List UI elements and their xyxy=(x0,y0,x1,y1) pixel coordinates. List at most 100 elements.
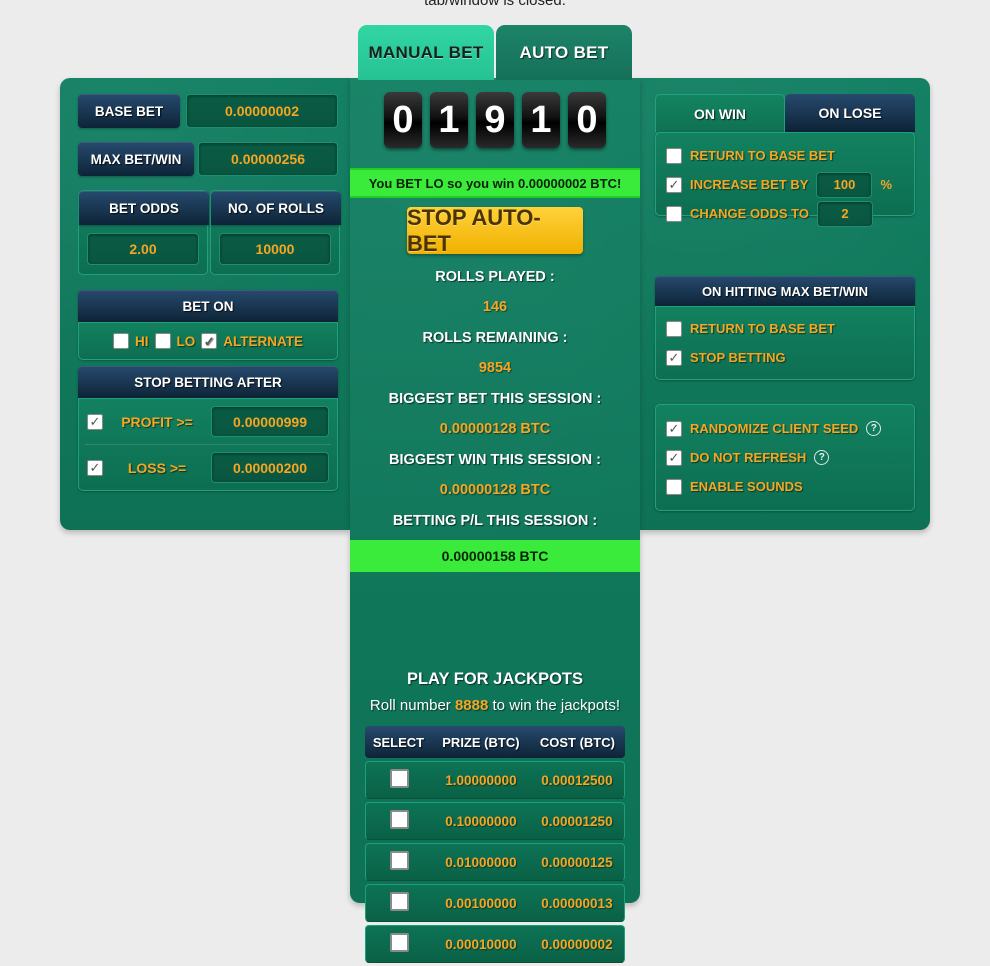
checkbox-jackpot-select[interactable] xyxy=(389,769,409,788)
table-row: 0.10000000 0.00001250 xyxy=(365,802,625,840)
biggest-bet-label: BIGGEST BET THIS SESSION : xyxy=(388,391,602,407)
checkbox-change-odds-to[interactable] xyxy=(666,205,682,222)
change-odds-to-input[interactable]: 2 xyxy=(816,200,873,227)
roll-digit: 0 xyxy=(384,92,422,148)
roll-number-display: 0 1 9 1 0 xyxy=(350,92,640,148)
bet-odds-input[interactable]: 2.00 xyxy=(87,233,199,265)
checkbox-max-stop-betting[interactable] xyxy=(666,349,682,366)
checkbox-bet-hi[interactable] xyxy=(113,333,129,349)
checkbox-jackpot-select[interactable] xyxy=(389,892,409,911)
on-hitting-max-label: ON HITTING MAX BET/WIN xyxy=(655,276,915,306)
jackpot-prize-cell: 0.10000000 xyxy=(432,802,530,840)
jackpot-select-cell xyxy=(365,884,432,922)
stop-loss-input[interactable]: 0.00000200 xyxy=(211,452,329,483)
checkbox-bet-alternate[interactable] xyxy=(201,333,218,349)
tab-manual-bet[interactable]: MANUAL BET xyxy=(358,25,494,80)
increase-bet-by-label: INCREASE BET BY xyxy=(690,177,809,192)
enable-sounds-row: ENABLE SOUNDS xyxy=(656,472,914,501)
checkbox-increase-bet-by[interactable] xyxy=(666,176,682,193)
column-header-select: SELECT xyxy=(365,726,432,758)
help-icon[interactable]: ? xyxy=(814,450,830,465)
column-header-cost: COST (BTC) xyxy=(529,726,625,758)
table-row: 0.00100000 0.00000013 xyxy=(365,884,625,922)
checkbox-jackpot-select[interactable] xyxy=(389,810,409,829)
checkbox-bet-lo[interactable] xyxy=(154,333,171,349)
biggest-win-label: BIGGEST WIN THIS SESSION : xyxy=(389,452,601,468)
table-row: 1.00000000 0.00012500 xyxy=(365,761,625,799)
bet-mode-tabs: MANUAL BET AUTO BET xyxy=(358,25,632,80)
increase-bet-by-row: INCREASE BET BY 100 % xyxy=(656,170,914,199)
jackpot-select-cell xyxy=(365,843,432,881)
column-header-prize: PRIZE (BTC) xyxy=(432,726,530,758)
jackpot-select-cell xyxy=(365,802,432,840)
increase-bet-by-input[interactable]: 100 xyxy=(816,171,873,198)
base-bet-label: BASE BET xyxy=(78,94,180,128)
misc-options-group: RANDOMIZE CLIENT SEED ? DO NOT REFRESH ?… xyxy=(655,404,915,511)
checkbox-jackpot-select[interactable] xyxy=(389,933,409,952)
enable-sounds-label: ENABLE SOUNDS xyxy=(690,479,803,494)
tab-on-win[interactable]: ON WIN xyxy=(655,94,785,132)
checkbox-max-return-to-base-bet[interactable] xyxy=(666,320,682,337)
session-stats: ROLLS PLAYED : 146 ROLLS REMAINING : 985… xyxy=(350,264,640,534)
return-to-base-bet-row: RETURN TO BASE BET xyxy=(656,141,914,170)
stop-profit-input[interactable]: 0.00000999 xyxy=(211,406,329,437)
jackpot-prize-cell: 0.00100000 xyxy=(432,884,530,922)
checkbox-jackpot-select[interactable] xyxy=(389,851,409,870)
max-stop-betting-row: STOP BETTING xyxy=(656,343,914,372)
bet-odds-group: BET ODDS 2.00 xyxy=(78,190,209,275)
betting-pl-label: BETTING P/L THIS SESSION : xyxy=(392,513,598,529)
jackpot-subtitle-post: to win the jackpots! xyxy=(488,697,621,714)
checkbox-return-to-base-bet[interactable] xyxy=(666,147,682,164)
bet-on-group: BET ON HI LO ALTERNATE xyxy=(78,290,338,360)
max-bet-win-label: MAX BET/WIN xyxy=(78,142,194,176)
rolls-remaining-value: 9854 xyxy=(478,360,512,376)
change-odds-to-row: CHANGE ODDS TO 2 xyxy=(656,199,914,228)
no-of-rolls-group: NO. OF ROLLS 10000 xyxy=(210,190,341,275)
jackpot-cost-cell: 0.00000002 xyxy=(529,925,625,963)
stop-loss-label: LOSS >= xyxy=(127,459,187,476)
percent-suffix: % xyxy=(880,177,893,192)
do-not-refresh-label: DO NOT REFRESH xyxy=(690,450,807,465)
stop-betting-after-options: PROFIT >= 0.00000999 LOSS >= 0.00000200 xyxy=(78,398,338,491)
checkbox-stop-profit[interactable] xyxy=(87,413,103,430)
bet-hi-label: HI xyxy=(135,333,149,349)
table-row: 0.01000000 0.00000125 xyxy=(365,843,625,881)
no-of-rolls-input[interactable]: 10000 xyxy=(219,233,331,265)
on-hitting-max-options: RETURN TO BASE BET STOP BETTING xyxy=(655,306,915,380)
tab-auto-bet[interactable]: AUTO BET xyxy=(496,25,632,80)
bet-alternate-label: ALTERNATE xyxy=(223,333,303,349)
tab-on-lose[interactable]: ON LOSE xyxy=(785,94,915,132)
jackpot-subtitle: Roll number 8888 to win the jackpots! xyxy=(350,697,640,714)
max-stop-betting-label: STOP BETTING xyxy=(690,350,786,365)
max-bet-win-input[interactable]: 0.00000256 xyxy=(198,142,338,176)
checkbox-stop-loss[interactable] xyxy=(87,459,103,476)
jackpot-title: PLAY FOR JACKPOTS xyxy=(406,670,584,688)
jackpot-table: SELECT PRIZE (BTC) COST (BTC) 1.00000000… xyxy=(365,723,625,966)
stop-profit-row: PROFIT >= 0.00000999 xyxy=(79,399,337,444)
checkbox-enable-sounds[interactable] xyxy=(666,478,682,495)
checkbox-do-not-refresh[interactable] xyxy=(666,449,682,466)
return-to-base-bet-label: RETURN TO BASE BET xyxy=(690,148,835,163)
jackpot-subtitle-pre: Roll number xyxy=(369,697,455,714)
roll-digit: 9 xyxy=(476,92,514,148)
result-message-banner: You BET LO so you win 0.00000002 BTC! xyxy=(350,168,640,198)
checkbox-randomize-client-seed[interactable] xyxy=(666,420,682,437)
do-not-refresh-row: DO NOT REFRESH ? xyxy=(656,443,914,472)
base-bet-input[interactable]: 0.00000002 xyxy=(186,94,338,128)
roll-digit: 1 xyxy=(430,92,468,148)
top-notice-text: tab/window is closed. xyxy=(424,0,566,9)
stop-auto-bet-button[interactable]: STOP AUTO-BET xyxy=(407,205,583,256)
help-icon[interactable]: ? xyxy=(866,421,882,436)
jackpot-roll-number: 8888 xyxy=(454,697,489,714)
bet-settings-panel: BASE BET 0.00000002 MAX BET/WIN 0.000002… xyxy=(60,78,350,530)
bet-odds-label: BET ODDS xyxy=(79,191,209,225)
jackpot-select-cell xyxy=(365,761,432,799)
rolls-remaining-label: ROLLS REMAINING : xyxy=(422,330,568,346)
jackpot-select-cell xyxy=(365,925,432,963)
jackpot-prize-cell: 0.01000000 xyxy=(432,843,530,881)
roll-digit: 1 xyxy=(522,92,560,148)
bet-on-label: BET ON xyxy=(78,290,338,322)
on-lose-options: RETURN TO BASE BET INCREASE BET BY 100 %… xyxy=(655,132,915,227)
max-return-to-base-bet-row: RETURN TO BASE BET xyxy=(656,314,914,343)
no-of-rolls-label: NO. OF ROLLS xyxy=(211,191,341,225)
